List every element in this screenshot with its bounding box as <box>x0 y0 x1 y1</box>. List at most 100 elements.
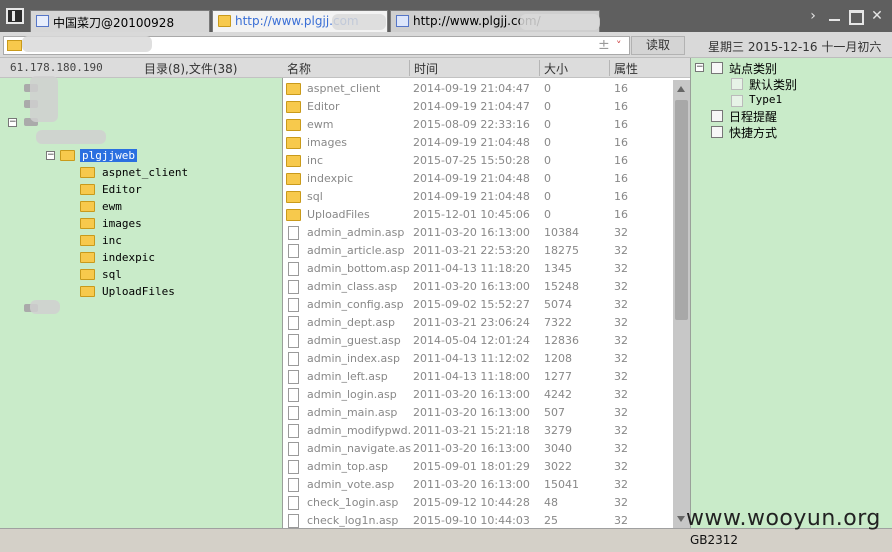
file-attr: 16 <box>614 82 628 95</box>
file-row[interactable]: admin_navigate.asp 2011-03-20 16:13:00 304… <box>283 440 673 458</box>
file-name: admin_guest.asp <box>307 334 401 347</box>
default-category-label: 默认类别 <box>749 78 798 92</box>
file-list-header: 名称 时间 大小 属性 <box>283 58 690 78</box>
file-name: admin_index.asp <box>307 352 401 365</box>
file-icon <box>288 496 299 510</box>
right-scrollbar[interactable] <box>877 58 892 528</box>
file-name: admin_top.asp <box>307 460 388 473</box>
file-icon <box>288 442 299 456</box>
file-row[interactable]: admin_dept.asp 2011-03-21 23:06:24 7322 32 <box>283 314 673 332</box>
read-button[interactable]: 读取 <box>631 36 685 55</box>
file-size: 0 <box>544 118 551 131</box>
tree-folder-label: ewm <box>102 200 122 213</box>
file-name: admin_main.asp <box>307 406 398 419</box>
folder-row[interactable]: Editor 2014-09-19 21:04:47 0 16 <box>283 98 673 116</box>
add-icon[interactable]: ± <box>598 37 610 54</box>
file-name: admin_class.asp <box>307 280 398 293</box>
file-attr: 32 <box>614 244 628 257</box>
file-attr: 32 <box>614 370 628 383</box>
file-row[interactable]: admin_modifypwd.asp2011-03-21 15:21:18 32… <box>283 422 673 440</box>
file-row[interactable]: admin_admin.asp 2011-03-20 16:13:00 10384 3… <box>283 224 673 242</box>
file-row[interactable]: check_1ogin.asp 2015-09-12 10:44:28 48 32 <box>283 494 673 512</box>
scroll-up-icon[interactable] <box>677 86 685 92</box>
chevron-down-icon[interactable]: ˅ <box>616 37 622 54</box>
file-row[interactable]: admin_config.asp 2015-09-02 15:52:27 5074 3… <box>283 296 673 314</box>
file-attr: 32 <box>614 334 628 347</box>
file-name: admin_modifypwd.asp <box>307 424 411 437</box>
file-row[interactable]: admin_guest.asp 2014-05-04 12:01:24 12836 3… <box>283 332 673 350</box>
file-row[interactable]: admin_left.asp 2011-04-13 11:18:00 1277 32 <box>283 368 673 386</box>
file-icon <box>288 334 299 348</box>
collapse-icon[interactable]: − <box>46 151 55 160</box>
site-manager-panel: − 站点类别 默认类别 Type1 日程提醒 快捷方式 <box>690 58 892 528</box>
folder-row[interactable]: inc 2015-07-25 15:50:28 0 16 <box>283 152 673 170</box>
file-size: 5074 <box>544 298 572 311</box>
file-size: 7322 <box>544 316 572 329</box>
file-row[interactable]: admin_top.asp 2015-09-01 18:01:29 3022 32 <box>283 458 673 476</box>
file-row[interactable]: check_log1n.asp 2015-09-10 10:44:03 25 32 <box>283 512 673 528</box>
file-time: 2015-07-25 15:50:28 <box>413 154 530 167</box>
file-size: 18275 <box>544 244 579 257</box>
folder-icon <box>80 184 95 195</box>
file-size: 1345 <box>544 262 572 275</box>
file-name: admin_config.asp <box>307 298 404 311</box>
file-icon <box>288 280 299 294</box>
minimize-icon[interactable] <box>827 9 843 23</box>
file-icon <box>288 406 299 420</box>
directory-tree-panel: 61.178.180.190 目录(8),文件(38) − − plgjjweb… <box>0 58 283 528</box>
file-size: 1208 <box>544 352 572 365</box>
folder-row[interactable]: UploadFiles 2015-12-01 10:45:06 0 16 <box>283 206 673 224</box>
folder-icon <box>286 191 301 203</box>
file-attr: 16 <box>614 136 628 149</box>
collapse-icon[interactable]: − <box>695 63 704 72</box>
file-time: 2014-09-19 21:04:48 <box>413 136 530 149</box>
column-header-name[interactable]: 名称 <box>283 60 409 76</box>
file-attr: 32 <box>614 460 628 473</box>
file-row[interactable]: admin_class.asp 2011-03-20 16:13:00 15248 3… <box>283 278 673 296</box>
server-ip: 61.178.180.190 <box>10 61 103 74</box>
watermark: www.wooyun.org <box>686 506 881 531</box>
folder-row[interactable]: images 2014-09-19 21:04:48 0 16 <box>283 134 673 152</box>
redacted-area <box>30 76 58 122</box>
chevron-right-icon[interactable]: › <box>805 9 821 23</box>
column-header-time[interactable]: 时间 <box>409 60 539 76</box>
file-time: 2011-03-20 16:13:00 <box>413 406 530 419</box>
file-attr: 32 <box>614 478 628 491</box>
column-header-attr[interactable]: 属性 <box>609 60 673 76</box>
scroll-down-icon[interactable] <box>677 516 685 522</box>
folder-icon <box>7 40 22 51</box>
file-name: admin_dept.asp <box>307 316 395 329</box>
file-row[interactable]: admin_main.asp 2011-03-20 16:13:00 507 32 <box>283 404 673 422</box>
file-row[interactable]: admin_bottom.asp 2011-04-13 11:18:20 1345 3… <box>283 260 673 278</box>
tree-folder-label: aspnet_client <box>102 166 189 179</box>
file-icon <box>288 388 299 402</box>
file-time: 2011-04-13 11:18:00 <box>413 370 530 383</box>
file-size: 1277 <box>544 370 572 383</box>
file-row[interactable]: admin_index.asp 2011-04-13 11:12:02 1208 32 <box>283 350 673 368</box>
file-row[interactable]: admin_vote.asp 2011-03-20 16:13:00 15041 32 <box>283 476 673 494</box>
file-attr: 32 <box>614 388 628 401</box>
file-time: 2011-03-20 16:13:00 <box>413 442 530 455</box>
tab-app[interactable]: 中国菜刀@20100928 <box>30 10 210 32</box>
schedule-label: 日程提醒 <box>729 110 778 124</box>
scrollbar-thumb[interactable] <box>675 100 688 320</box>
folder-row[interactable]: ewm 2015-08-09 22:33:16 0 16 <box>283 116 673 134</box>
date-display: 星期三 2015-12-16 十一月初六 <box>708 40 882 54</box>
collapse-icon[interactable]: − <box>8 118 17 127</box>
file-attr: 32 <box>614 280 628 293</box>
folder-row[interactable]: indexpic 2014-09-19 21:04:48 0 16 <box>283 170 673 188</box>
file-size: 3279 <box>544 424 572 437</box>
file-icon <box>288 514 299 528</box>
vertical-scrollbar[interactable] <box>673 80 690 528</box>
maximize-icon[interactable] <box>848 9 864 25</box>
file-attr: 16 <box>614 208 628 221</box>
column-header-size[interactable]: 大小 <box>539 60 609 76</box>
close-icon[interactable]: ✕ <box>869 9 885 23</box>
redacted-area <box>520 14 600 30</box>
file-row[interactable]: admin_article.asp 2011-03-21 22:53:20 1827… <box>283 242 673 260</box>
folder-row[interactable]: sql 2014-09-19 21:04:48 0 16 <box>283 188 673 206</box>
file-row[interactable]: admin_login.asp 2011-03-20 16:13:00 4242 32 <box>283 386 673 404</box>
file-time: 2014-09-19 21:04:48 <box>413 172 530 185</box>
folder-row[interactable]: aspnet_client 2014-09-19 21:04:47 0 16 <box>283 80 673 98</box>
file-size: 0 <box>544 154 551 167</box>
